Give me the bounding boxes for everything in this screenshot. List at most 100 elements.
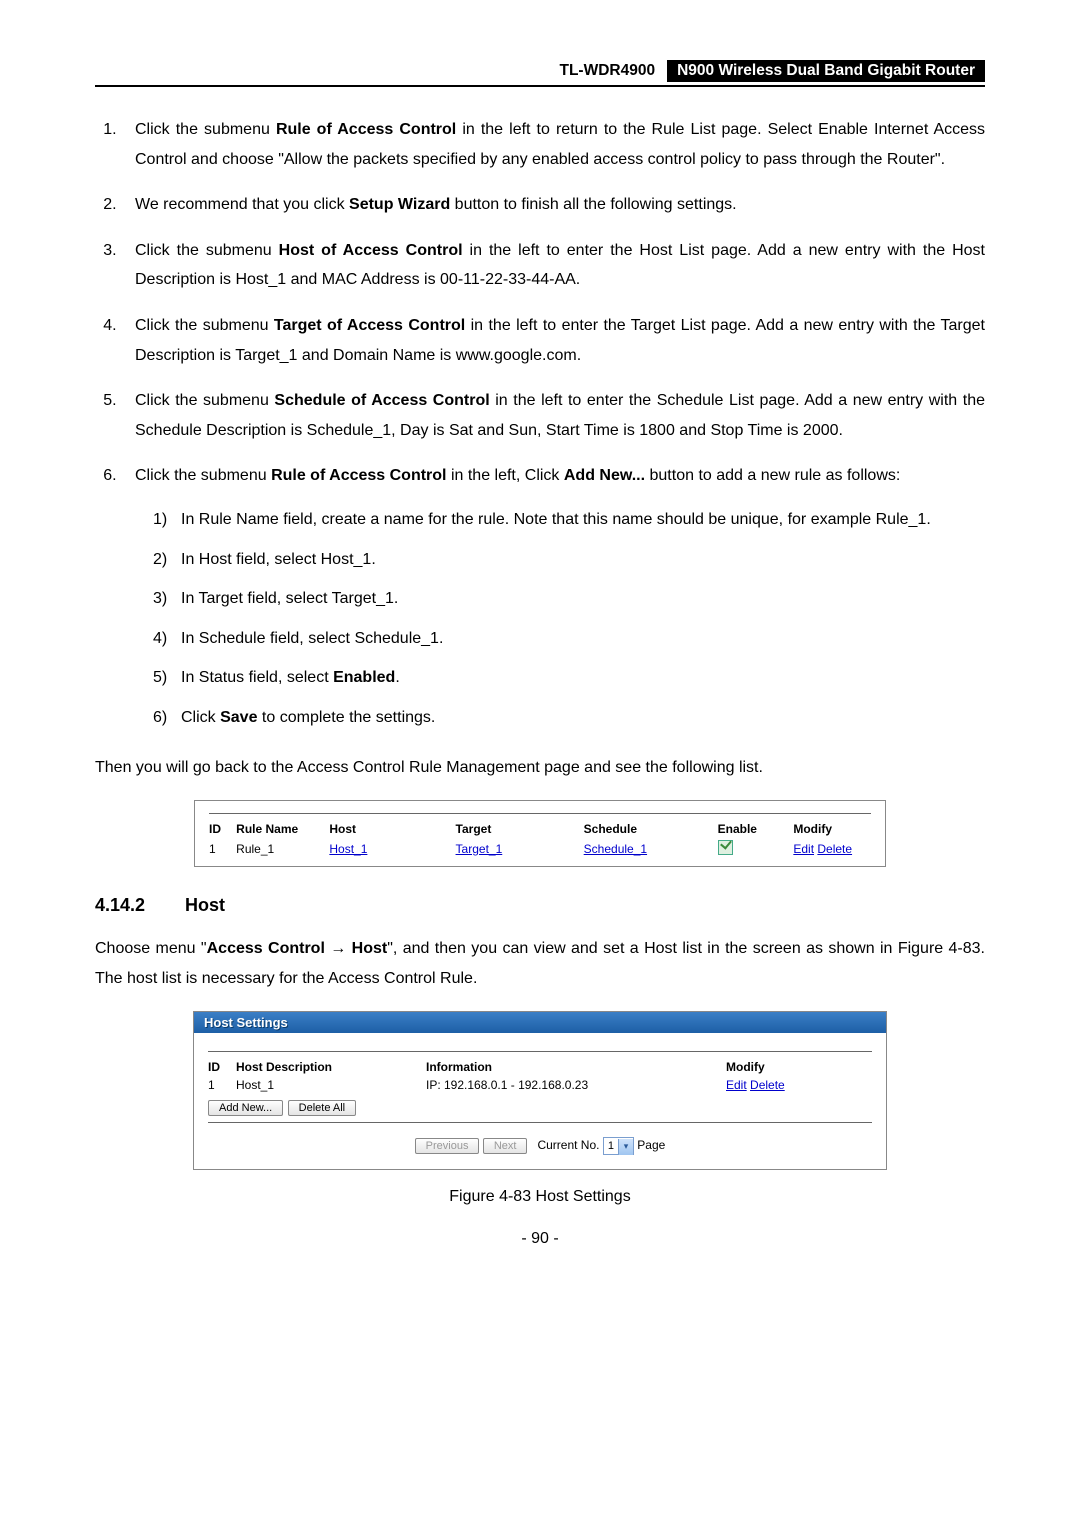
subnum: 5) bbox=[153, 663, 181, 693]
text: Click the submenu bbox=[135, 317, 274, 334]
subnum: 1) bbox=[153, 505, 181, 535]
pager-row: Previous Next Current No. 1▾ Page bbox=[208, 1131, 872, 1159]
host-table-row: 1 Host_1 IP: 192.168.0.1 - 192.168.0.23 … bbox=[208, 1078, 872, 1092]
section-paragraph: Choose menu "Access Control → Host", and… bbox=[95, 934, 985, 993]
edit-link[interactable]: Edit bbox=[793, 842, 814, 856]
substep-5: 5)In Status field, select Enabled. bbox=[153, 663, 985, 693]
col-enable: Enable bbox=[718, 822, 794, 836]
page-number: - 90 - bbox=[95, 1230, 985, 1248]
cell-info: IP: 192.168.0.1 - 192.168.0.23 bbox=[426, 1078, 726, 1092]
rule-table: ID Rule Name Host Target Schedule Enable… bbox=[194, 800, 886, 867]
enable-checkbox[interactable] bbox=[718, 840, 733, 855]
cell-rulename: Rule_1 bbox=[236, 842, 329, 856]
step-6: Click the submenu Rule of Access Control… bbox=[121, 461, 985, 732]
delete-link[interactable]: Delete bbox=[750, 1078, 785, 1092]
header-product: N900 Wireless Dual Band Gigabit Router bbox=[667, 60, 985, 82]
substep-4: 4)In Schedule field, select Schedule_1. bbox=[153, 624, 985, 654]
text: We recommend that you click bbox=[135, 196, 349, 213]
text: Click the submenu bbox=[135, 467, 271, 484]
host-settings-body: ID Host Description Information Modify 1… bbox=[194, 1033, 886, 1169]
substep-3: 3)In Target field, select Target_1. bbox=[153, 584, 985, 614]
schedule-link[interactable]: Schedule_1 bbox=[584, 842, 647, 856]
col-modify: Modify bbox=[726, 1060, 846, 1074]
text-bold: Add New... bbox=[564, 467, 645, 484]
text: In Host field, select Host_1. bbox=[181, 551, 376, 568]
header-model: TL-WDR4900 bbox=[560, 60, 668, 82]
text: Click the submenu bbox=[135, 242, 279, 259]
text: . bbox=[395, 669, 399, 686]
col-schedule: Schedule bbox=[584, 822, 718, 836]
col-desc: Host Description bbox=[236, 1060, 426, 1074]
substep-6: 6)Click Save to complete the settings. bbox=[153, 703, 985, 733]
col-id: ID bbox=[208, 1060, 236, 1074]
text: to complete the settings. bbox=[257, 709, 435, 726]
host-buttons-row: Add New... Delete All bbox=[208, 1098, 872, 1116]
cell-desc: Host_1 bbox=[236, 1078, 426, 1092]
page-select-value: 1 bbox=[604, 1139, 618, 1153]
text: button to finish all the following setti… bbox=[450, 196, 736, 213]
step-2: We recommend that you click Setup Wizard… bbox=[121, 190, 985, 220]
text-bold: Rule of Access Control bbox=[276, 121, 456, 138]
text-bold: Enabled bbox=[333, 669, 395, 686]
main-steps-list: Click the submenu Rule of Access Control… bbox=[95, 115, 985, 733]
text-bold: Rule of Access Control bbox=[271, 467, 446, 484]
step-5: Click the submenu Schedule of Access Con… bbox=[121, 386, 985, 445]
divider bbox=[208, 1051, 872, 1052]
section-title: Host bbox=[185, 895, 225, 915]
subnum: 3) bbox=[153, 584, 181, 614]
text: Click the submenu bbox=[135, 392, 274, 409]
substep-2: 2)In Host field, select Host_1. bbox=[153, 545, 985, 575]
host-settings-panel: Host Settings ID Host Description Inform… bbox=[193, 1011, 887, 1170]
after-list-paragraph: Then you will go back to the Access Cont… bbox=[95, 753, 985, 783]
previous-button[interactable]: Previous bbox=[415, 1138, 480, 1154]
figure-caption: Figure 4-83 Host Settings bbox=[95, 1188, 985, 1206]
subnum: 2) bbox=[153, 545, 181, 575]
col-rulename: Rule Name bbox=[236, 822, 329, 836]
divider bbox=[208, 1122, 872, 1123]
text-bold: Setup Wizard bbox=[349, 196, 450, 213]
text: In Rule Name field, create a name for th… bbox=[181, 511, 931, 528]
delete-all-button[interactable]: Delete All bbox=[288, 1100, 356, 1116]
text-bold: Save bbox=[220, 709, 257, 726]
text-bold: Host of Access Control bbox=[279, 242, 463, 259]
add-new-button[interactable]: Add New... bbox=[208, 1100, 283, 1116]
target-link[interactable]: Target_1 bbox=[456, 842, 503, 856]
section-number: 4.14.2 bbox=[95, 895, 180, 916]
text: Choose menu " bbox=[95, 940, 207, 957]
pager-label-post: Page bbox=[637, 1138, 665, 1152]
cell-id: 1 bbox=[209, 842, 236, 856]
step-1: Click the submenu Rule of Access Control… bbox=[121, 115, 985, 174]
section-heading: 4.14.2 Host bbox=[95, 895, 985, 916]
text: In Schedule field, select Schedule_1. bbox=[181, 630, 443, 647]
text: in the left, Click bbox=[447, 467, 564, 484]
divider bbox=[209, 813, 871, 814]
host-table-header: ID Host Description Information Modify bbox=[208, 1060, 872, 1074]
text: In Status field, select bbox=[181, 669, 333, 686]
col-host: Host bbox=[329, 822, 455, 836]
col-modify: Modify bbox=[793, 822, 871, 836]
document-page: TL-WDR4900 N900 Wireless Dual Band Gigab… bbox=[0, 0, 1080, 1288]
text-bold: Schedule of Access Control bbox=[274, 392, 489, 409]
step-4: Click the submenu Target of Access Contr… bbox=[121, 311, 985, 370]
text: Click bbox=[181, 709, 220, 726]
rule-table-header: ID Rule Name Host Target Schedule Enable… bbox=[209, 822, 871, 836]
page-select[interactable]: 1▾ bbox=[603, 1137, 634, 1155]
rule-table-row: 1 Rule_1 Host_1 Target_1 Schedule_1 Edit… bbox=[209, 840, 871, 858]
text-bold: Target of Access Control bbox=[274, 317, 465, 334]
host-settings-title: Host Settings bbox=[194, 1012, 886, 1033]
pager-label-pre: Current No. bbox=[537, 1138, 599, 1152]
substep-1: 1)In Rule Name field, create a name for … bbox=[153, 505, 985, 535]
subnum: 6) bbox=[153, 703, 181, 733]
next-button[interactable]: Next bbox=[483, 1138, 528, 1154]
arrow-icon: → bbox=[325, 940, 352, 957]
text: Click the submenu bbox=[135, 121, 276, 138]
col-info: Information bbox=[426, 1060, 726, 1074]
subnum: 4) bbox=[153, 624, 181, 654]
edit-link[interactable]: Edit bbox=[726, 1078, 747, 1092]
host-link[interactable]: Host_1 bbox=[329, 842, 367, 856]
page-header: TL-WDR4900 N900 Wireless Dual Band Gigab… bbox=[95, 60, 985, 87]
col-target: Target bbox=[456, 822, 584, 836]
text: In Target field, select Target_1. bbox=[181, 590, 398, 607]
delete-link[interactable]: Delete bbox=[817, 842, 852, 856]
cell-id: 1 bbox=[208, 1078, 236, 1092]
